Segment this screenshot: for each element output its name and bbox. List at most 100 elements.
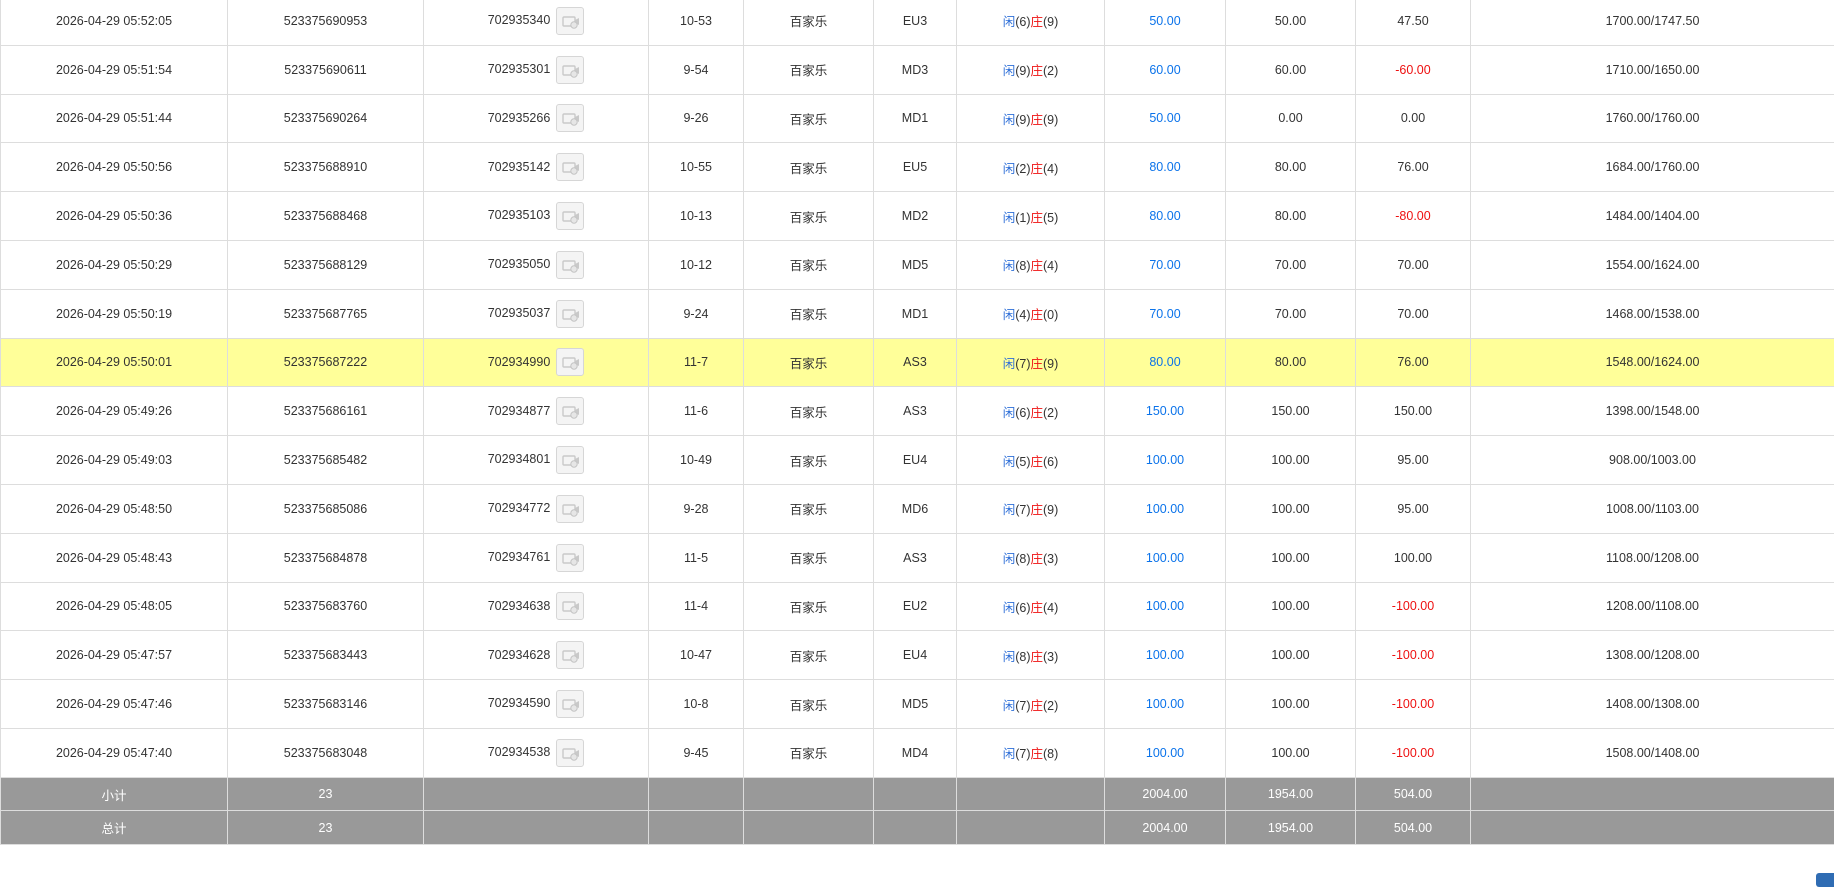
empty-cell: [649, 811, 744, 845]
video-replay-icon[interactable]: [556, 690, 584, 718]
total-label-cell: 总计: [1, 811, 228, 845]
table-code-cell: EU5: [874, 143, 957, 192]
order-number-cell: 523375688910: [228, 143, 424, 192]
player-label: 闲: [1003, 601, 1016, 615]
game-number-cell: 702934628: [424, 631, 649, 680]
banker-label: 庄: [1031, 455, 1044, 469]
win-loss-cell: 76.00: [1356, 143, 1471, 192]
balance-cell: 1508.00/1408.00: [1471, 728, 1834, 777]
video-replay-icon[interactable]: [556, 300, 584, 328]
order-number-cell: 523375683048: [228, 728, 424, 777]
shoe-round-cell: 10-47: [649, 631, 744, 680]
banker-label: 庄: [1031, 699, 1044, 713]
valid-bet-cell: 70.00: [1226, 289, 1356, 338]
shoe-round-cell: 9-24: [649, 289, 744, 338]
valid-bet-cell: 100.00: [1226, 582, 1356, 631]
player-label: 闲: [1003, 15, 1016, 29]
video-replay-icon[interactable]: [556, 495, 584, 523]
corner-button[interactable]: [1816, 873, 1834, 887]
order-number-cell: 523375688129: [228, 240, 424, 289]
video-replay-icon[interactable]: [556, 56, 584, 84]
order-number-cell: 523375690611: [228, 45, 424, 94]
result-cell: 闲(6)庄(4): [957, 582, 1105, 631]
video-replay-icon[interactable]: [556, 739, 584, 767]
bet-amount-cell: 100.00: [1105, 484, 1226, 533]
player-label: 闲: [1003, 113, 1016, 127]
balance-cell: 1484.00/1404.00: [1471, 192, 1834, 241]
banker-label: 庄: [1031, 113, 1044, 127]
bet-amount-cell: 70.00: [1105, 289, 1226, 338]
player-points: (9): [1015, 64, 1030, 78]
banker-label: 庄: [1031, 64, 1044, 78]
win-loss-cell: 76.00: [1356, 338, 1471, 387]
bet-amount-cell: 70.00: [1105, 240, 1226, 289]
player-points: (8): [1015, 650, 1030, 664]
banker-points: (2): [1043, 64, 1058, 78]
banker-points: (4): [1043, 601, 1058, 615]
player-points: (2): [1015, 162, 1030, 176]
video-replay-icon[interactable]: [556, 641, 584, 669]
video-replay-icon[interactable]: [556, 592, 584, 620]
banker-points: (8): [1043, 747, 1058, 761]
empty-cell: [1471, 811, 1834, 845]
bet-time-cell: 2026-04-29 05:49:26: [1, 387, 228, 436]
table-code-cell: EU4: [874, 436, 957, 485]
game-number-cell: 702934990: [424, 338, 649, 387]
bet-amount-cell: 50.00: [1105, 94, 1226, 143]
game-number-text: 702934877: [488, 404, 551, 418]
player-points: (8): [1015, 552, 1030, 566]
table-row: 2026-04-29 05:50:01 523375687222 7029349…: [1, 338, 1834, 387]
video-replay-icon[interactable]: [556, 348, 584, 376]
bet-time-cell: 2026-04-29 05:47:40: [1, 728, 228, 777]
table-row: 2026-04-29 05:47:46 523375683146 7029345…: [1, 680, 1834, 729]
bet-time-cell: 2026-04-29 05:47:57: [1, 631, 228, 680]
game-number-text: 702935266: [488, 111, 551, 125]
banker-points: (9): [1043, 113, 1058, 127]
player-points: (5): [1015, 455, 1030, 469]
game-type-cell: 百家乐: [744, 0, 874, 45]
player-points: (6): [1015, 601, 1030, 615]
table-code-cell: EU3: [874, 0, 957, 45]
empty-cell: [957, 777, 1105, 811]
player-points: (7): [1015, 357, 1030, 371]
shoe-round-cell: 10-55: [649, 143, 744, 192]
banker-label: 庄: [1031, 601, 1044, 615]
bet-time-cell: 2026-04-29 05:50:56: [1, 143, 228, 192]
video-replay-icon[interactable]: [556, 544, 584, 572]
balance-cell: 908.00/1003.00: [1471, 436, 1834, 485]
banker-label: 庄: [1031, 162, 1044, 176]
video-replay-icon[interactable]: [556, 446, 584, 474]
balance-cell: 1468.00/1538.00: [1471, 289, 1834, 338]
total-count-cell: 23: [228, 777, 424, 811]
video-replay-icon[interactable]: [556, 153, 584, 181]
video-replay-icon[interactable]: [556, 397, 584, 425]
win-loss-cell: 150.00: [1356, 387, 1471, 436]
balance-cell: 1398.00/1548.00: [1471, 387, 1834, 436]
game-number-cell: 702934801: [424, 436, 649, 485]
table-code-cell: MD4: [874, 728, 957, 777]
game-number-cell: 702934772: [424, 484, 649, 533]
video-replay-icon[interactable]: [556, 104, 584, 132]
valid-bet-cell: 100.00: [1226, 631, 1356, 680]
video-replay-icon[interactable]: [556, 202, 584, 230]
banker-points: (9): [1043, 15, 1058, 29]
video-replay-icon[interactable]: [556, 7, 584, 35]
video-replay-icon[interactable]: [556, 251, 584, 279]
banker-label: 庄: [1031, 308, 1044, 322]
shoe-round-cell: 9-54: [649, 45, 744, 94]
valid-bet-cell: 80.00: [1226, 338, 1356, 387]
player-label: 闲: [1003, 699, 1016, 713]
order-number-cell: 523375688468: [228, 192, 424, 241]
win-loss-cell: 95.00: [1356, 484, 1471, 533]
valid-bet-cell: 0.00: [1226, 94, 1356, 143]
empty-cell: [424, 777, 649, 811]
game-number-text: 702935301: [488, 62, 551, 76]
player-points: (7): [1015, 503, 1030, 517]
bet-time-cell: 2026-04-29 05:48:43: [1, 533, 228, 582]
order-number-cell: 523375690264: [228, 94, 424, 143]
game-type-cell: 百家乐: [744, 680, 874, 729]
player-label: 闲: [1003, 747, 1016, 761]
bet-time-cell: 2026-04-29 05:51:54: [1, 45, 228, 94]
banker-points: (6): [1043, 455, 1058, 469]
balance-cell: 1108.00/1208.00: [1471, 533, 1834, 582]
